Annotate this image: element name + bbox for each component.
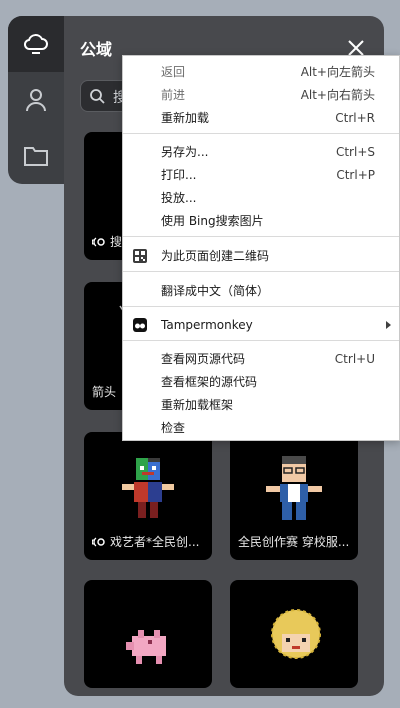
model-card[interactable]: 戏艺者*全民创... <box>84 432 212 560</box>
tab-cloud[interactable] <box>8 16 64 72</box>
tampermonkey-icon <box>133 318 147 332</box>
user-icon <box>26 89 46 112</box>
menu-separator <box>123 133 399 134</box>
card-label: 全民创作赛 穿校服... <box>238 535 350 549</box>
model-thumbnail <box>126 630 166 664</box>
menu-item-inspect[interactable]: 检查 <box>123 417 399 439</box>
menu-item-reload[interactable]: 重新加载 Ctrl+R <box>123 107 399 129</box>
menu-item-save-as[interactable]: 另存为... Ctrl+S <box>123 141 399 163</box>
model-card[interactable]: 全民创作赛 穿校服... <box>230 432 358 560</box>
folder-icon <box>24 147 48 166</box>
broadcast-icon <box>92 236 105 247</box>
menu-separator <box>123 340 399 341</box>
model-thumbnail <box>271 609 321 659</box>
context-menu: 返回 Alt+向左箭头 前进 Alt+向右箭头 重新加载 Ctrl+R 另存为.… <box>122 55 400 441</box>
model-card[interactable] <box>230 580 358 688</box>
menu-item-view-frame-source[interactable]: 查看框架的源代码 <box>123 371 399 393</box>
menu-item-bing-search[interactable]: 使用 Bing搜索图片 <box>123 210 399 232</box>
model-thumbnail <box>122 458 174 518</box>
menu-item-cast[interactable]: 投放... <box>123 187 399 209</box>
menu-item-back[interactable]: 返回 Alt+向左箭头 <box>123 61 399 83</box>
menu-item-reload-frame[interactable]: 重新加载框架 <box>123 394 399 416</box>
menu-separator <box>123 306 399 307</box>
menu-item-translate[interactable]: 翻译成中文（简体） <box>123 280 399 302</box>
tab-folder[interactable] <box>8 128 64 184</box>
menu-item-print[interactable]: 打印... Ctrl+P <box>123 164 399 186</box>
menu-item-qr-code[interactable]: 为此页面创建二维码 <box>123 245 399 267</box>
menu-separator <box>123 271 399 272</box>
menu-item-forward[interactable]: 前进 Alt+向右箭头 <box>123 84 399 106</box>
qr-code-icon <box>133 249 147 263</box>
cloud-icon <box>23 34 48 54</box>
model-thumbnail <box>266 456 322 520</box>
model-card[interactable] <box>84 580 212 688</box>
tab-user[interactable] <box>8 72 64 128</box>
menu-item-tampermonkey[interactable]: Tampermonkey <box>123 314 399 336</box>
broadcast-icon <box>92 536 105 547</box>
submenu-arrow-icon <box>386 321 391 329</box>
card-label: 戏艺者*全民创... <box>92 533 206 550</box>
menu-item-view-source[interactable]: 查看网页源代码 Ctrl+U <box>123 348 399 370</box>
side-tab-rail <box>8 16 72 184</box>
panel-title: 公域 <box>80 40 113 59</box>
menu-separator <box>123 236 399 237</box>
search-icon <box>90 89 105 104</box>
